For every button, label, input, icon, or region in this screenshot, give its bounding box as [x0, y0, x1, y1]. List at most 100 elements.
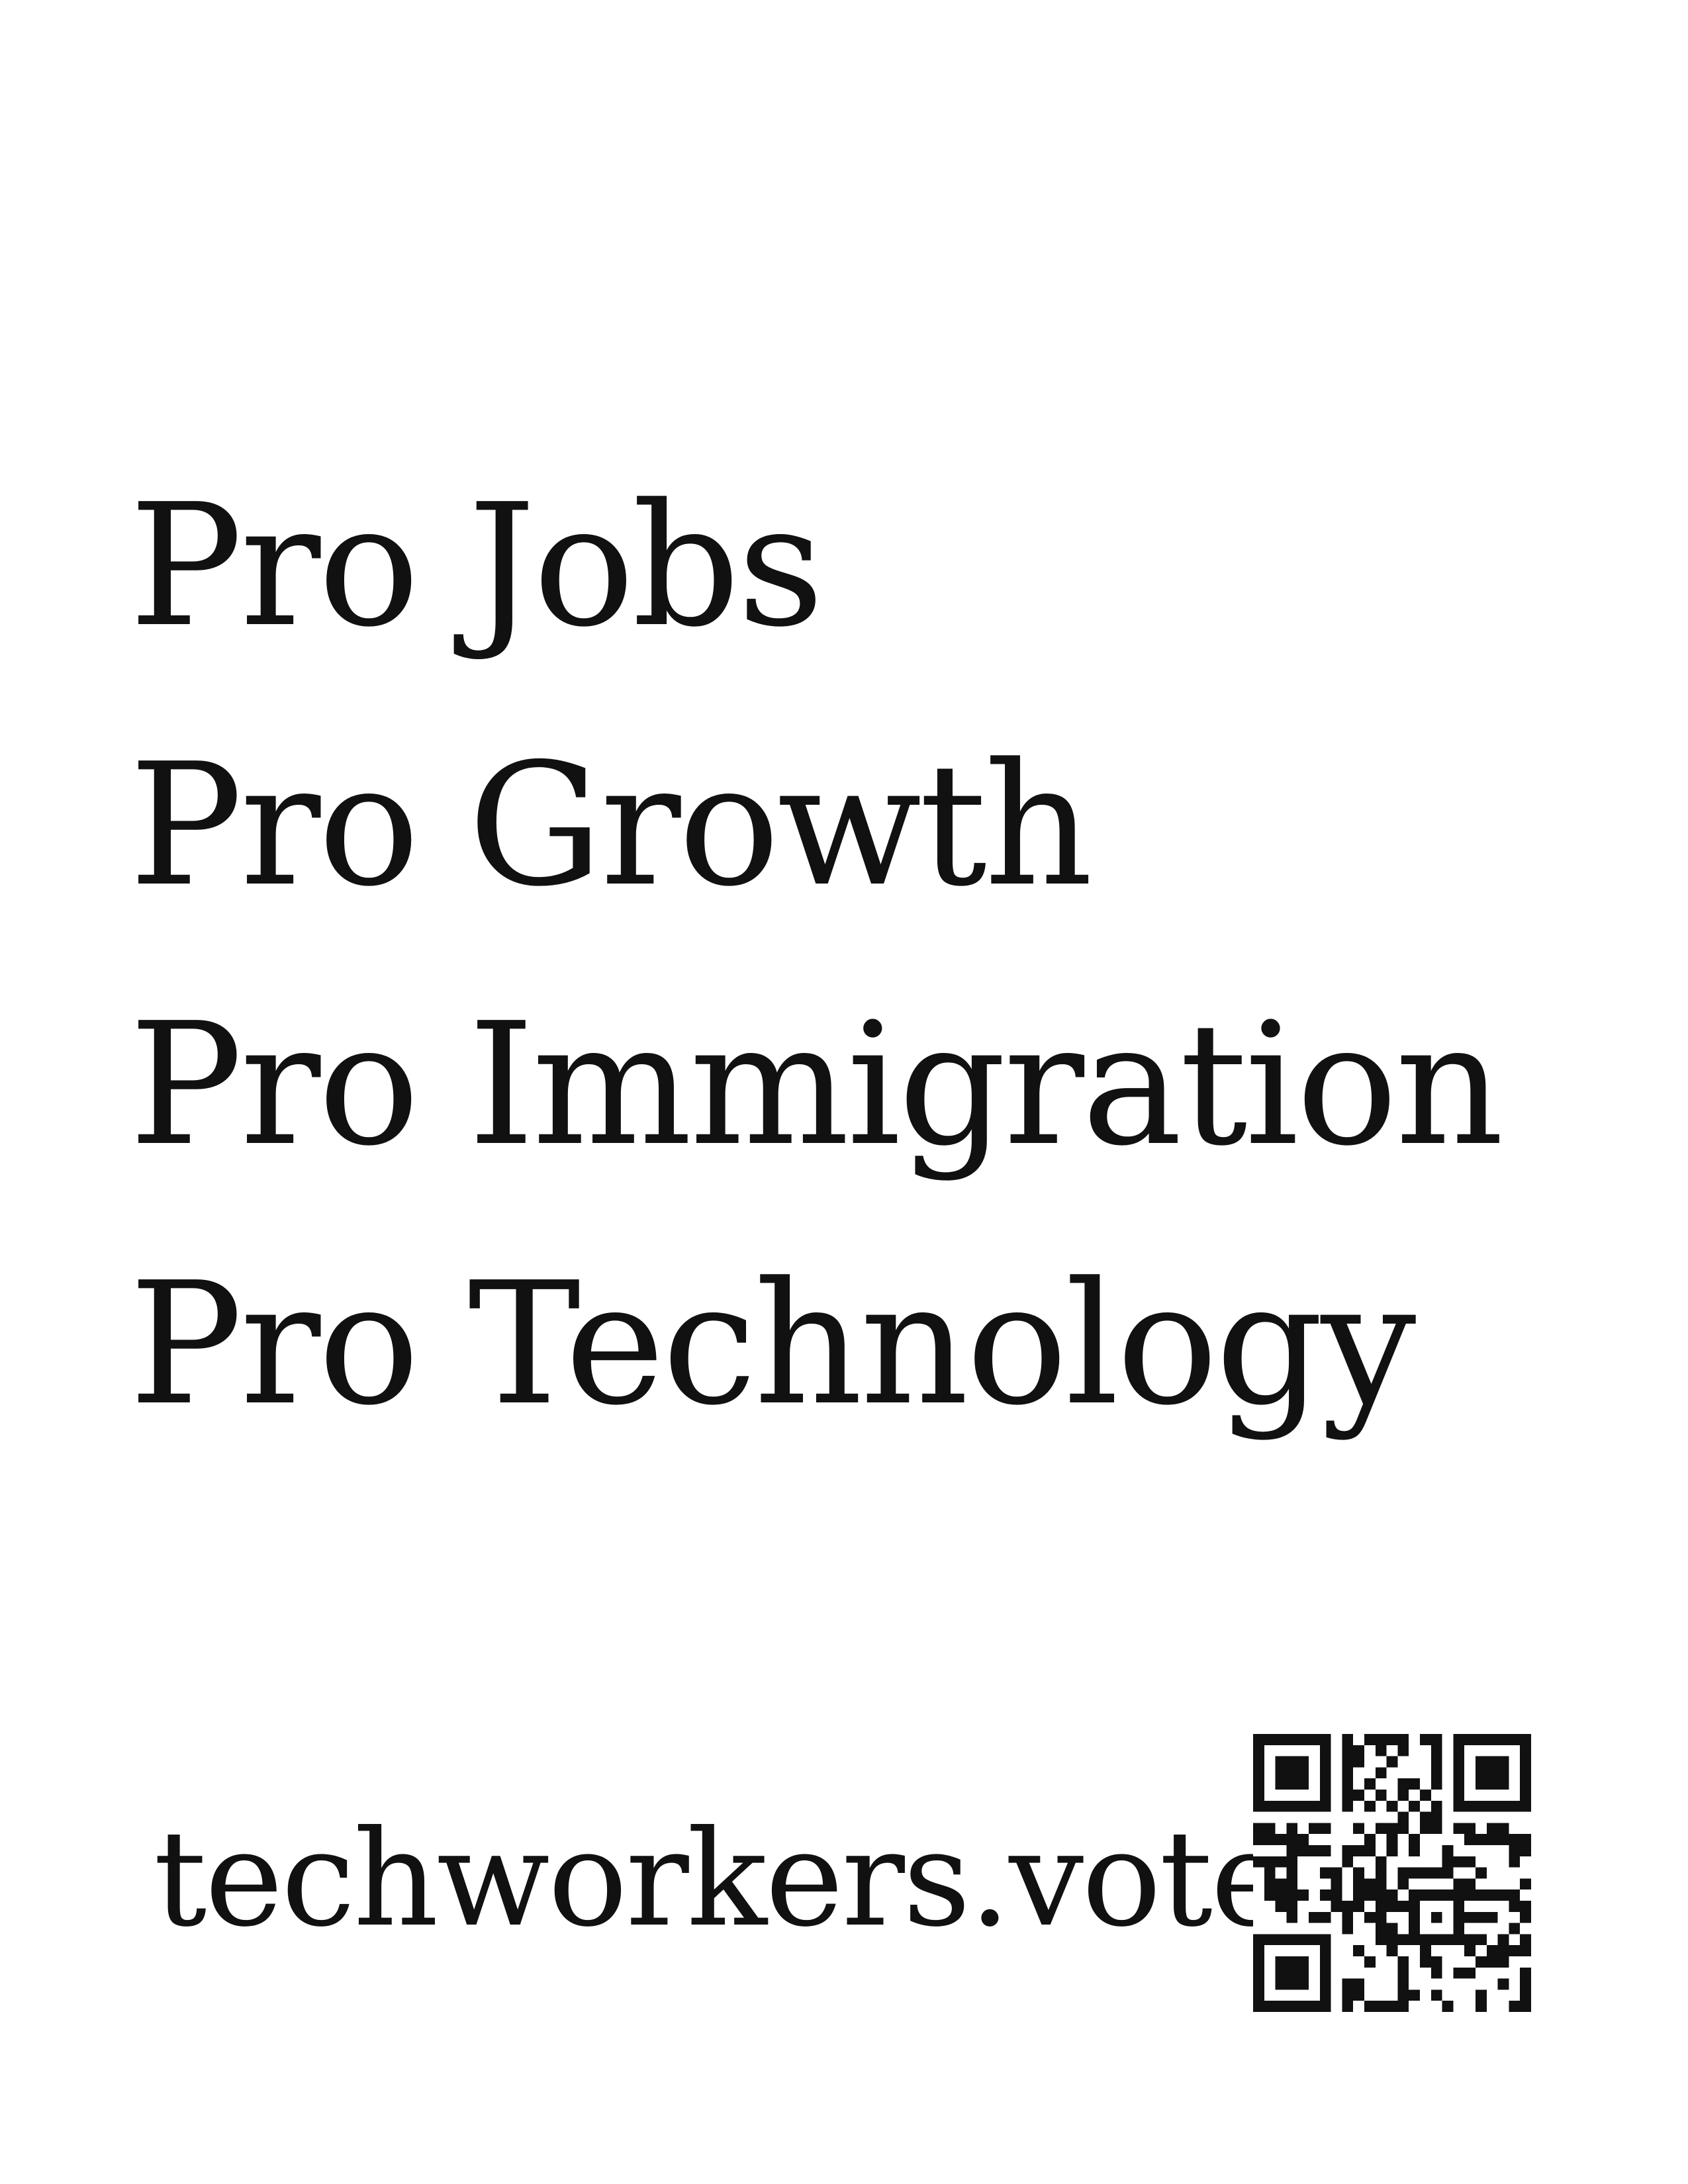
website-url[interactable]: techworkers.vote: [154, 1800, 1289, 1959]
qr-module: [1486, 1956, 1498, 1968]
qr-module: [1297, 1800, 1309, 1812]
qr-module: [1497, 1889, 1509, 1901]
qr-module: [1342, 1901, 1354, 1912]
qr-module: [1430, 1734, 1442, 1745]
qr-module: [1430, 1800, 1442, 1812]
qr-module: [1319, 1867, 1331, 1879]
qr-module: [1476, 1778, 1487, 1790]
qr-module: [1275, 1934, 1287, 1946]
qr-module: [1464, 1945, 1476, 1956]
qr-module: [1342, 1767, 1354, 1779]
qr-module: [1353, 1945, 1364, 1956]
qr-module: [1319, 1800, 1331, 1812]
qr-module: [1520, 1845, 1531, 1856]
qr-module: [1453, 1778, 1465, 1790]
qr-module: [1397, 1934, 1409, 1946]
qr-module: [1486, 1734, 1498, 1745]
qr-module: [1430, 1867, 1442, 1879]
qr-module: [1286, 1834, 1298, 1845]
qr-module: [1453, 1934, 1465, 1946]
qr-module: [1253, 1989, 1264, 2001]
qr-module: [1375, 1856, 1387, 1868]
qr-module: [1420, 1889, 1431, 1901]
qr-module: [1486, 1911, 1498, 1923]
qr-module: [1286, 1878, 1298, 1890]
qr-module: [1275, 1834, 1287, 1845]
qr-module: [1353, 1901, 1364, 1912]
qr-module: [1464, 1834, 1476, 1845]
qr-module: [1397, 2001, 1409, 2012]
qr-module: [1253, 1734, 1264, 1745]
qr-module: [1497, 1956, 1509, 1968]
qr-module: [1442, 1889, 1454, 1901]
qr-module: [1509, 1923, 1521, 1934]
qr-module: [1253, 1745, 1264, 1756]
qr-module: [1319, 1767, 1331, 1779]
qr-code-graphic: [1253, 1734, 1531, 2012]
qr-module: [1509, 2001, 1521, 2012]
qr-module: [1342, 1734, 1354, 1745]
qr-module: [1476, 1989, 1487, 2001]
qr-module: [1464, 1800, 1476, 1812]
qr-module: [1286, 1856, 1298, 1868]
qr-module: [1375, 1901, 1387, 1912]
qr-module: [1520, 1778, 1531, 1790]
qr-module: [1353, 1989, 1364, 2001]
slogan-list: Pro Jobs Pro Growth Pro Immigration Pro …: [129, 437, 1618, 1475]
qr-module: [1520, 1834, 1531, 1845]
qr-module: [1286, 1823, 1298, 1835]
qr-module: [1319, 1989, 1331, 2001]
qr-module: [1420, 1823, 1431, 1835]
qr-module: [1409, 1800, 1420, 1812]
qr-module: [1476, 1956, 1487, 1968]
qr-module: [1286, 1767, 1298, 1779]
qr-module: [1286, 1734, 1298, 1745]
qr-module: [1275, 1878, 1287, 1890]
qr-module: [1520, 1734, 1531, 1745]
qr-module: [1253, 2001, 1264, 2012]
qr-module: [1364, 2001, 1376, 2012]
qr-module: [1275, 1734, 1287, 1745]
qr-module: [1497, 1945, 1509, 1956]
qr-module: [1353, 1845, 1364, 1856]
qr-module: [1253, 1978, 1264, 1990]
qr-module: [1264, 1800, 1276, 1812]
qr-module: [1353, 1823, 1364, 1835]
poster: Pro Jobs Pro Growth Pro Immigration Pro …: [0, 0, 1688, 2184]
qr-module: [1430, 1934, 1442, 1946]
qr-module: [1286, 1956, 1298, 1968]
qr-module: [1364, 1845, 1376, 1856]
qr-module: [1364, 1778, 1376, 1790]
qr-module: [1275, 1978, 1287, 1990]
qr-module: [1453, 1878, 1465, 1890]
qr-module: [1375, 1823, 1387, 1835]
qr-module: [1520, 1878, 1531, 1890]
qr-module: [1297, 1834, 1309, 1845]
qr-module: [1364, 1834, 1376, 1845]
slogan-growth: Pro Growth: [129, 727, 1093, 924]
qr-module: [1430, 1823, 1442, 1835]
qr-module: [1430, 1967, 1442, 1979]
qr-module: [1319, 1790, 1331, 1801]
qr-module: [1297, 1734, 1309, 1745]
qr-module: [1286, 1756, 1298, 1768]
qr-module: [1253, 1967, 1264, 1979]
qr-module: [1286, 2001, 1298, 2012]
qr-module: [1476, 1867, 1487, 1879]
qr-module: [1319, 1911, 1331, 1923]
qr-module: [1331, 1867, 1342, 1879]
qr-module: [1420, 1790, 1431, 1801]
qr-module: [1253, 1756, 1264, 1768]
qr-module: [1297, 1778, 1309, 1790]
qr-module: [1342, 2001, 1354, 2012]
qr-module: [1353, 1867, 1364, 1879]
qr-module: [1286, 1934, 1298, 1946]
qr-module: [1319, 1845, 1331, 1856]
qr-module: [1476, 1767, 1487, 1779]
qr-module: [1476, 1800, 1487, 1812]
qr-module: [1453, 1923, 1465, 1934]
qr-module: [1442, 1934, 1454, 1946]
qr-module: [1319, 1978, 1331, 1990]
qr-module: [1442, 1845, 1454, 1856]
qr-code-icon[interactable]: [1253, 1734, 1531, 2012]
